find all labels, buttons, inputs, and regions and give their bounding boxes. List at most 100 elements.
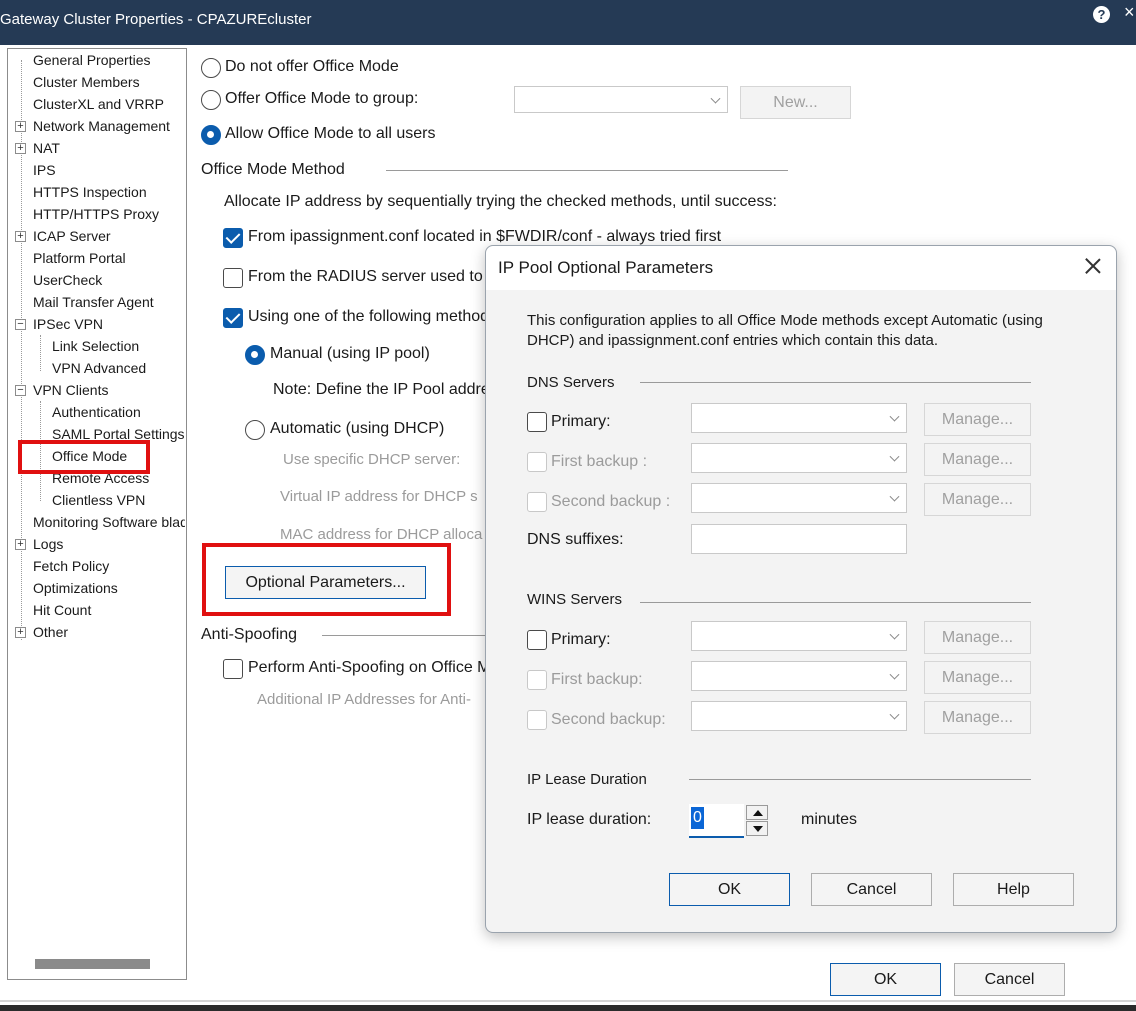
- arrow-down-icon: [753, 826, 763, 832]
- chevron-down-icon: [889, 411, 900, 422]
- office-mode-method-heading: Office Mode Method: [201, 161, 345, 178]
- footer-divider: [0, 1000, 1136, 1002]
- no-office-mode-label: Do not offer Office Mode: [225, 58, 399, 75]
- automatic-dhcp-radio[interactable]: [245, 420, 265, 440]
- dns-primary-label: Primary:: [551, 413, 611, 430]
- tree-item-fetch-policy[interactable]: Fetch Policy: [33, 556, 109, 576]
- collapse-icon[interactable]: −: [15, 385, 26, 396]
- spin-up-button[interactable]: [746, 805, 768, 820]
- allocate-description: Allocate IP address by sequentially tryi…: [224, 193, 777, 210]
- dns-primary-checkbox[interactable]: [527, 412, 547, 432]
- wins-primary-label: Primary:: [551, 631, 611, 648]
- tree-item-ips[interactable]: IPS: [33, 160, 56, 180]
- dns-servers-heading: DNS Servers: [527, 374, 615, 391]
- wins-first-backup-manage-button[interactable]: Manage...: [924, 661, 1031, 694]
- allow-all-users-radio[interactable]: [201, 125, 221, 145]
- no-office-mode-radio[interactable]: [201, 58, 221, 78]
- offer-group-radio[interactable]: [201, 90, 221, 110]
- dns-suffixes-label: DNS suffixes:: [527, 531, 624, 548]
- wins-second-backup-combo[interactable]: [691, 701, 907, 731]
- mac-address-dhcp-label: MAC address for DHCP alloca: [280, 526, 483, 543]
- spin-down-button[interactable]: [746, 821, 768, 836]
- anti-spoofing-label: Perform Anti-Spoofing on Office M: [248, 659, 491, 676]
- tree-item-ipsec-vpn[interactable]: IPSec VPN: [33, 314, 103, 334]
- collapse-icon[interactable]: −: [15, 319, 26, 330]
- ipassignment-checkbox[interactable]: [223, 228, 243, 248]
- window-title: Gateway Cluster Properties - CPAZUREclus…: [0, 11, 312, 28]
- wins-first-backup-label: First backup:: [551, 671, 643, 688]
- group-combo[interactable]: [514, 86, 728, 113]
- dns-first-backup-label: First backup :: [551, 453, 648, 470]
- wins-first-backup-combo[interactable]: [691, 661, 907, 691]
- radius-checkbox[interactable]: [223, 268, 243, 288]
- chevron-down-icon: [889, 451, 900, 462]
- tree-item-http-https-proxy[interactable]: HTTP/HTTPS Proxy: [33, 204, 159, 224]
- main-ok-button[interactable]: OK: [830, 963, 941, 996]
- dialog-ok-button[interactable]: OK: [669, 873, 790, 906]
- dialog-help-button[interactable]: Help: [953, 873, 1074, 906]
- tree-item-monitoring-software-blade[interactable]: Monitoring Software blad: [33, 512, 185, 532]
- tree-item-network-management[interactable]: Network Management: [33, 116, 170, 136]
- expand-icon[interactable]: +: [15, 143, 26, 154]
- wins-primary-manage-button[interactable]: Manage...: [924, 621, 1031, 654]
- dns-second-backup-combo[interactable]: [691, 483, 907, 513]
- tree-item-optimizations[interactable]: Optimizations: [33, 578, 118, 598]
- close-icon[interactable]: ×: [1124, 2, 1135, 23]
- ip-lease-duration-input[interactable]: 0: [689, 804, 744, 838]
- tree-item-icap-server[interactable]: ICAP Server: [33, 226, 111, 246]
- anti-spoofing-checkbox[interactable]: [223, 659, 243, 679]
- dns-primary-manage-button[interactable]: Manage...: [924, 403, 1031, 436]
- expand-icon[interactable]: +: [15, 539, 26, 550]
- wins-first-backup-checkbox[interactable]: [527, 670, 547, 690]
- tree-item-clusterxl-vrrp[interactable]: ClusterXL and VRRP: [33, 94, 164, 114]
- section-divider: [386, 170, 788, 171]
- wins-second-backup-checkbox[interactable]: [527, 710, 547, 730]
- tree-horizontal-scrollbar[interactable]: [35, 959, 150, 969]
- wins-second-backup-manage-button[interactable]: Manage...: [924, 701, 1031, 734]
- tree-item-clientless-vpn[interactable]: Clientless VPN: [52, 490, 145, 510]
- wins-primary-combo[interactable]: [691, 621, 907, 651]
- dns-first-backup-manage-button[interactable]: Manage...: [924, 443, 1031, 476]
- tree-item-other[interactable]: Other: [33, 622, 68, 642]
- using-methods-checkbox[interactable]: [223, 308, 243, 328]
- tree-guide-line: [40, 335, 41, 371]
- tree-item-mail-transfer-agent[interactable]: Mail Transfer Agent: [33, 292, 154, 312]
- tree-item-nat[interactable]: NAT: [33, 138, 60, 158]
- tree-item-logs[interactable]: Logs: [33, 534, 63, 554]
- main-cancel-button[interactable]: Cancel: [954, 963, 1065, 996]
- title-bar: Gateway Cluster Properties - CPAZUREclus…: [0, 0, 1136, 45]
- section-divider: [689, 779, 1031, 780]
- expand-icon[interactable]: +: [15, 627, 26, 638]
- tree-item-usercheck[interactable]: UserCheck: [33, 270, 102, 290]
- tree-item-vpn-advanced[interactable]: VPN Advanced: [52, 358, 146, 378]
- tree-item-link-selection[interactable]: Link Selection: [52, 336, 139, 356]
- dns-primary-combo[interactable]: [691, 403, 907, 433]
- help-icon[interactable]: ?: [1093, 6, 1110, 23]
- manual-ip-pool-radio[interactable]: [245, 345, 265, 365]
- expand-icon[interactable]: +: [15, 121, 26, 132]
- chevron-down-icon: [889, 709, 900, 720]
- dialog-cancel-button[interactable]: Cancel: [811, 873, 932, 906]
- virtual-ip-dhcp-label: Virtual IP address for DHCP s: [280, 488, 478, 505]
- expand-icon[interactable]: +: [15, 231, 26, 242]
- dns-suffixes-input[interactable]: [691, 524, 907, 554]
- new-group-button[interactable]: New...: [740, 86, 851, 119]
- chevron-down-icon: [710, 93, 721, 104]
- dialog-title: IP Pool Optional Parameters: [498, 258, 714, 277]
- arrow-up-icon: [753, 810, 763, 816]
- dns-second-backup-checkbox[interactable]: [527, 492, 547, 512]
- tree-item-authentication[interactable]: Authentication: [52, 402, 141, 422]
- dns-first-backup-checkbox[interactable]: [527, 452, 547, 472]
- tree-item-platform-portal[interactable]: Platform Portal: [33, 248, 126, 268]
- dialog-header: IP Pool Optional Parameters: [486, 246, 1116, 290]
- tree-item-vpn-clients[interactable]: VPN Clients: [33, 380, 108, 400]
- tree-item-https-inspection[interactable]: HTTPS Inspection: [33, 182, 147, 202]
- dns-second-backup-manage-button[interactable]: Manage...: [924, 483, 1031, 516]
- tree-item-cluster-members[interactable]: Cluster Members: [33, 72, 140, 92]
- dns-first-backup-combo[interactable]: [691, 443, 907, 473]
- chevron-down-icon: [889, 491, 900, 502]
- close-icon[interactable]: [1083, 256, 1103, 276]
- tree-item-general-properties[interactable]: General Properties: [33, 50, 151, 70]
- tree-item-hit-count[interactable]: Hit Count: [33, 600, 91, 620]
- wins-primary-checkbox[interactable]: [527, 630, 547, 650]
